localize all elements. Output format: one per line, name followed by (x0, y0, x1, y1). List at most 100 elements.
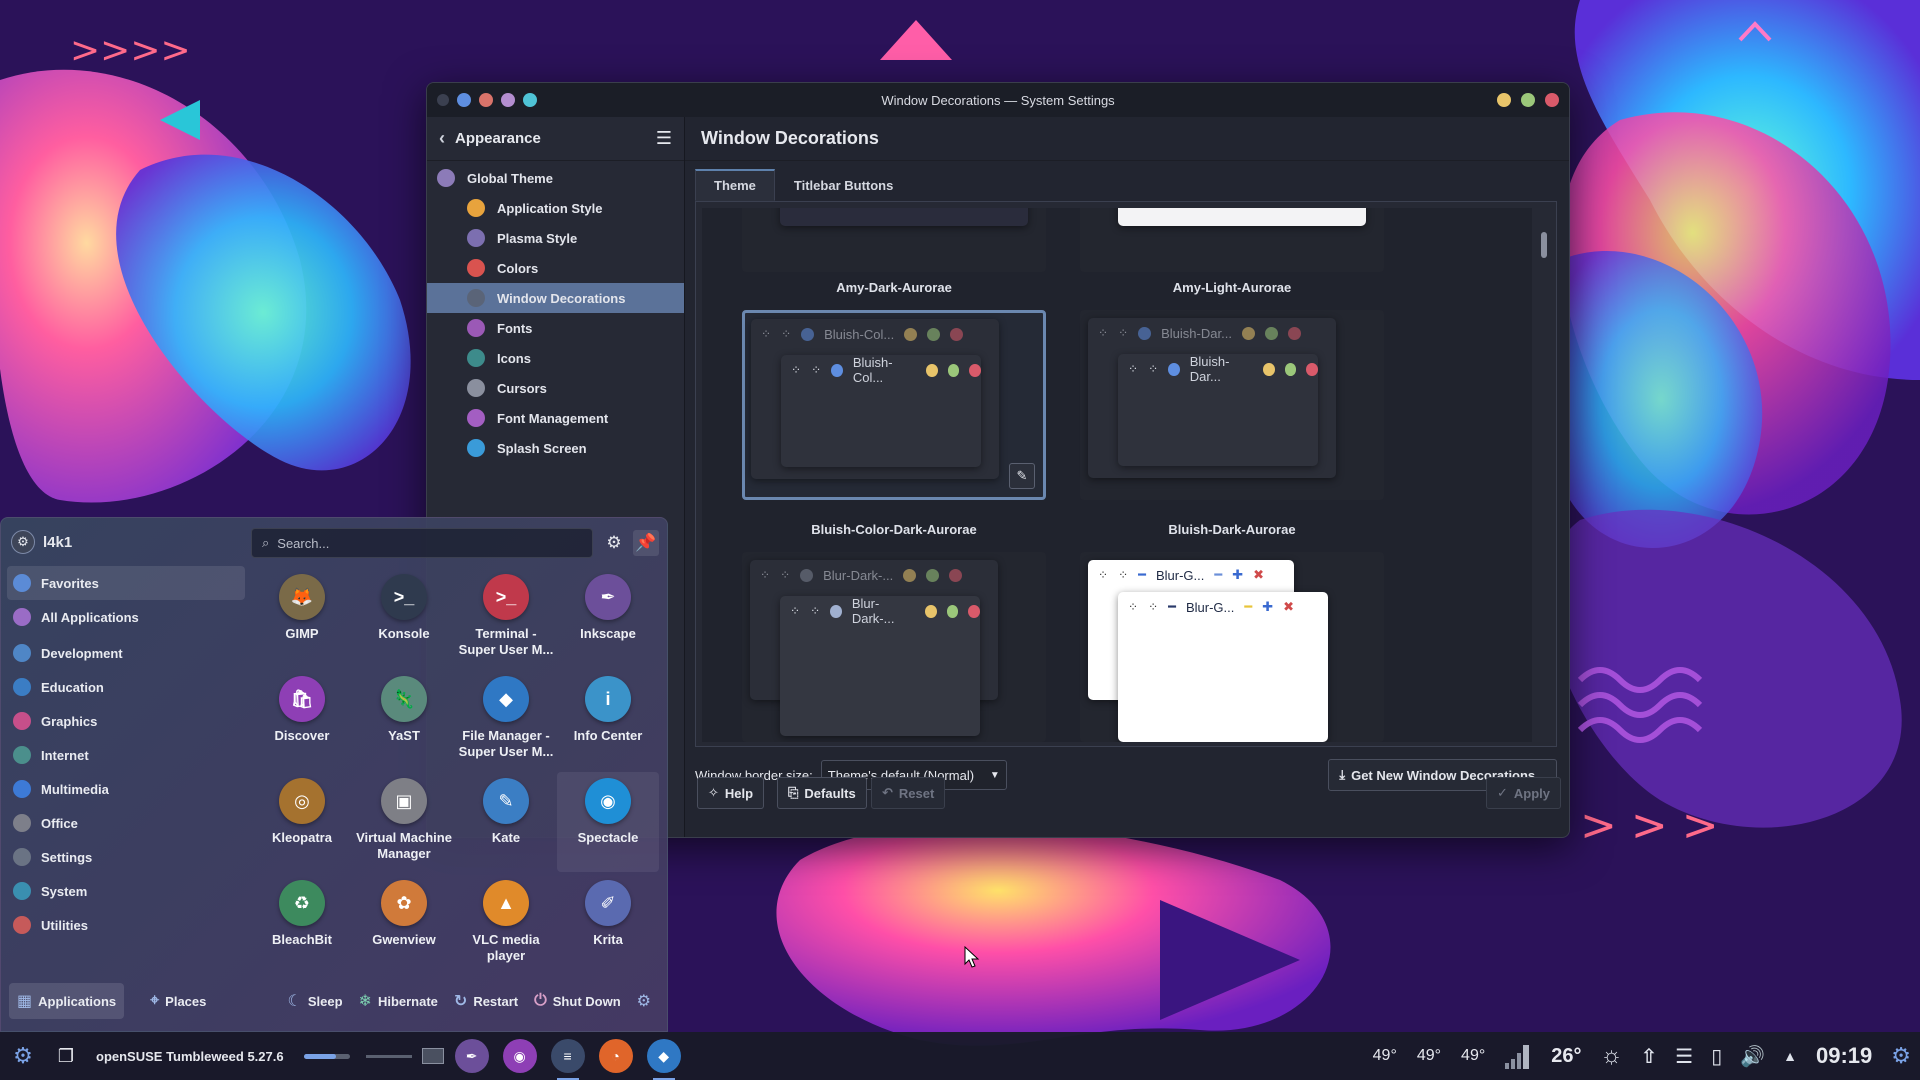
app-discover[interactable]: 🛍 Discover (251, 670, 353, 770)
theme-card-blur-glass[interactable]: ⁘ ⁘ ━ Blur-G... ━ ✚ ✖ ⁘ ⁘ ━ Blur-G... ━ ✚ ✖ (1080, 552, 1384, 742)
overview-icon: ❐ (57, 1045, 75, 1066)
tab-titlebar-buttons[interactable]: Titlebar Buttons (775, 169, 912, 201)
theme-card-blur-dark[interactable]: ⁘ ⁘ Blur-Dark-... ⁘ ⁘ Blur-Dark-... (742, 552, 1046, 742)
category-multimedia[interactable]: Multimedia (7, 772, 245, 806)
configure-launcher-button[interactable]: ⚙ (601, 530, 627, 556)
category-icon (13, 574, 31, 592)
search-input[interactable]: ⌕ Search... (251, 528, 593, 558)
minimize-button[interactable] (1497, 93, 1511, 107)
category-internet[interactable]: Internet (7, 738, 245, 772)
places-tab[interactable]: ⌖ Places (142, 983, 214, 1019)
app-kate[interactable]: ✎ Kate (455, 772, 557, 872)
app-bleachbit[interactable]: ♻ BleachBit (251, 874, 353, 974)
help-button[interactable]: ✧ Help (697, 777, 765, 809)
sidebar-item-global-theme[interactable]: Global Theme (427, 163, 684, 193)
cpu-graph-icon[interactable] (1505, 1043, 1531, 1069)
avatar[interactable]: ⚙ (11, 530, 35, 554)
pin-icon: ⁘ (811, 363, 822, 377)
app-konsole[interactable]: >_ Konsole (353, 568, 455, 668)
window-titlebar[interactable]: Window Decorations — System Settings (427, 83, 1569, 117)
sidebar-item-icons[interactable]: Icons (427, 343, 684, 373)
restart-button[interactable]: ↻ Restart (446, 983, 526, 1019)
launcher-button[interactable]: ⚙ (0, 1032, 46, 1080)
theme-card-amy-dark[interactable] (742, 208, 1046, 272)
reset-button[interactable]: ↶ Reset (871, 777, 946, 809)
sleep-button[interactable]: ☾ Sleep (280, 983, 351, 1019)
sidebar-item-colors[interactable]: Colors (427, 253, 684, 283)
theme-card-bluish-dark[interactable]: ⁘ ⁘ Bluish-Dar... ⁘ ⁘ Bluish-Dar... (1080, 310, 1384, 500)
pager-button[interactable]: ❐ (46, 1032, 86, 1080)
defaults-button[interactable]: ⎘ Defaults (777, 777, 867, 809)
tray-expand-icon[interactable]: ▲ (1783, 1048, 1797, 1064)
titlebar-red-button[interactable] (479, 93, 493, 107)
pin-launcher-button[interactable]: 📌 (633, 530, 659, 556)
task-inkscape-icon[interactable]: ✒ (454, 1039, 489, 1073)
task-firefox-icon[interactable]: ◔ (598, 1039, 633, 1073)
sidebar-item-plasma-style[interactable]: Plasma Style (427, 223, 684, 253)
theme-card-amy-light[interactable] (1080, 208, 1384, 272)
settings-gear-icon[interactable]: ⚙ (1891, 1043, 1911, 1069)
category-system[interactable]: System (7, 874, 245, 908)
pin-icon: ⁘ (1128, 600, 1139, 614)
app-yast[interactable]: 🦎 YaST (353, 670, 455, 770)
category-graphics[interactable]: Graphics (7, 704, 245, 738)
app-krita[interactable]: ✐ Krita (557, 874, 659, 974)
app-gwenview[interactable]: ✿ Gwenview (353, 874, 455, 974)
app-vlc-media-player[interactable]: ▲ VLC media player (455, 874, 557, 974)
theme-card-bluish-color-dark[interactable]: ⁘ ⁘ Bluish-Col... ⁘ ⁘ Bluish-Col... ✎ (742, 310, 1046, 500)
sidebar-item-splash-screen[interactable]: Splash Screen (427, 433, 684, 463)
category-education[interactable]: Education (7, 670, 245, 704)
sun-icon[interactable]: ☼ (1601, 1042, 1623, 1070)
titlebar-purple-button[interactable] (501, 93, 515, 107)
app-inkscape[interactable]: ✒ Inkscape (557, 568, 659, 668)
app-spectacle[interactable]: ◉ Spectacle (557, 772, 659, 872)
category-office[interactable]: Office (7, 806, 245, 840)
clock[interactable]: 09:19 (1816, 1043, 1872, 1069)
titlebar-cyan-button[interactable] (523, 93, 537, 107)
category-all-applications[interactable]: All Applications (7, 600, 245, 634)
titlebar-blue-button[interactable] (457, 93, 471, 107)
task-file-manager-icon[interactable]: ◆ (646, 1039, 681, 1080)
task-discover-icon[interactable]: ◉ (502, 1039, 537, 1073)
desktop-pager-icon[interactable] (418, 1032, 448, 1080)
hamburger-menu-icon[interactable]: ☰ (656, 128, 672, 149)
window-title-task[interactable]: openSUSE Tumbleweed 5.27.6 (86, 1032, 294, 1080)
sidebar-item-fonts[interactable]: Fonts (427, 313, 684, 343)
edit-theme-button[interactable]: ✎ (1009, 463, 1035, 489)
window-menu-icon[interactable] (437, 94, 449, 106)
apply-button[interactable]: ✓ Apply (1485, 777, 1561, 809)
updates-icon[interactable]: ⇧ (1641, 1044, 1658, 1069)
shutdown-button[interactable]: ⏻ Shut Down (526, 983, 629, 1019)
app-gimp[interactable]: 🦊 GIMP (251, 568, 353, 668)
category-settings[interactable]: Settings (7, 840, 245, 874)
session-more-button[interactable]: ⚙ (629, 983, 659, 1019)
app-kleopatra[interactable]: ◎ Kleopatra (251, 772, 353, 872)
theme-grid-scrollbar[interactable] (1538, 208, 1550, 742)
volume-icon[interactable]: 🔊 (1740, 1044, 1765, 1069)
minus-icon: ━ (1244, 599, 1253, 614)
hibernate-button[interactable]: ❄ Hibernate (351, 983, 446, 1019)
back-arrow-icon[interactable]: ‹ (439, 128, 445, 149)
app-info-center[interactable]: i Info Center (557, 670, 659, 770)
sidebar-item-window-decorations[interactable]: Window Decorations (427, 283, 684, 313)
clipboard-icon[interactable]: ▯ (1711, 1044, 1722, 1069)
weather-temperature[interactable]: 26° (1551, 1045, 1581, 1068)
tab-theme[interactable]: Theme (695, 169, 775, 201)
user-info[interactable]: ⚙ l4k1 (11, 530, 72, 554)
sidebar-item-font-management[interactable]: Font Management (427, 403, 684, 433)
maximize-button[interactable] (1521, 93, 1535, 107)
app-terminal-super-user-m[interactable]: >_ Terminal - Super User M... (455, 568, 557, 668)
scrollbar-thumb[interactable] (1541, 232, 1547, 258)
sidebar-item-application-style[interactable]: Application Style (427, 193, 684, 223)
network-icon[interactable]: ☰ (1675, 1044, 1693, 1069)
applications-tab[interactable]: ▦ Applications (9, 983, 125, 1019)
task-system-settings-icon[interactable]: ≡ (550, 1039, 585, 1080)
sidebar-item-cursors[interactable]: Cursors (427, 373, 684, 403)
app-file-manager-super-user-m[interactable]: ◆ File Manager - Super User M... (455, 670, 557, 770)
category-favorites[interactable]: Favorites (7, 566, 245, 600)
close-button[interactable] (1545, 93, 1559, 107)
volume-progress[interactable] (303, 1053, 350, 1059)
app-virtual-machine-manager[interactable]: ▣ Virtual Machine Manager (353, 772, 455, 872)
category-utilities[interactable]: Utilities (7, 908, 245, 942)
category-development[interactable]: Development (7, 636, 245, 670)
